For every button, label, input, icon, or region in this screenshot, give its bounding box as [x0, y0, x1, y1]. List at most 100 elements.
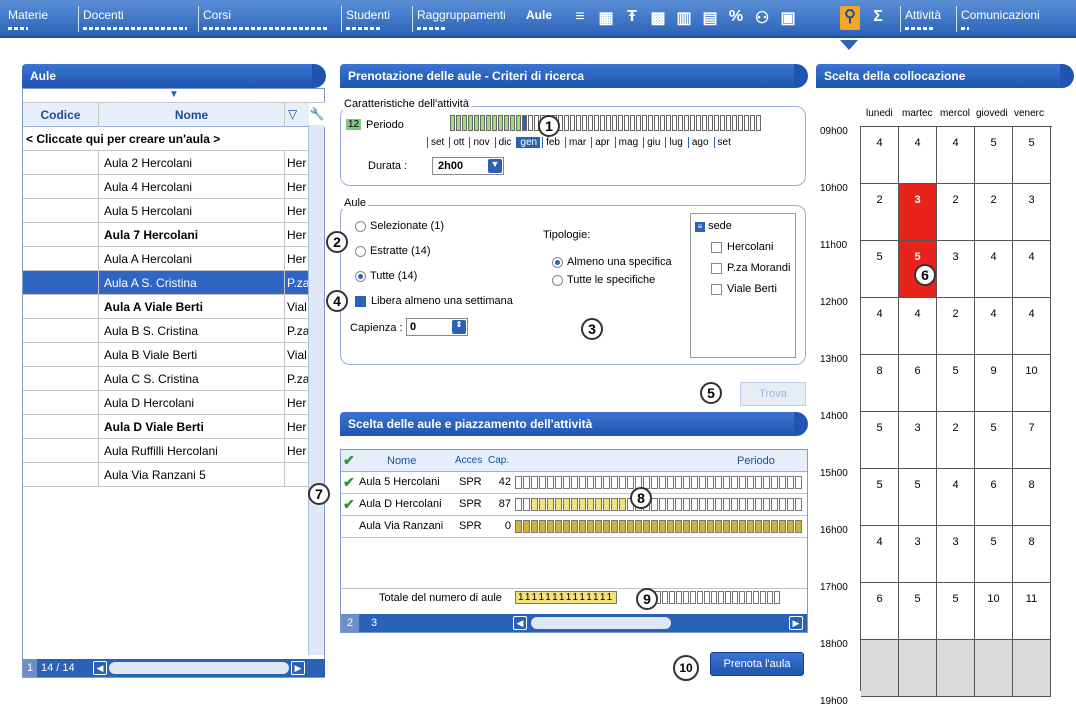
week-cell[interactable] — [563, 520, 570, 533]
week-cell[interactable] — [699, 498, 706, 511]
calendar-slot[interactable]: 8 — [1013, 526, 1051, 583]
calendar-slot[interactable]: 10 — [1013, 355, 1051, 412]
week-cell[interactable] — [755, 476, 762, 489]
col-codice[interactable]: Codice — [23, 103, 99, 127]
week-cell[interactable] — [731, 520, 738, 533]
calendar-slot[interactable]: 3 — [1013, 184, 1051, 241]
week-cell[interactable] — [720, 115, 725, 131]
col-periodo[interactable]: Periodo — [737, 455, 775, 467]
week-cell[interactable] — [691, 498, 698, 511]
week-cell[interactable] — [651, 498, 658, 511]
table-row[interactable]: Aula Via Ranzani 5 — [23, 463, 309, 487]
table-icon[interactable]: ▥ — [674, 8, 694, 28]
week-cell[interactable] — [723, 498, 730, 511]
calendar-slot[interactable]: 5 — [975, 412, 1013, 469]
week-cell[interactable] — [547, 476, 554, 489]
week-cell[interactable] — [739, 476, 746, 489]
calendar-slot[interactable]: 11 — [1013, 583, 1051, 640]
week-cell[interactable] — [708, 115, 713, 131]
week-cell[interactable] — [699, 476, 706, 489]
matrix-icon[interactable]: ▤ — [700, 8, 720, 28]
week-cell[interactable] — [667, 498, 674, 511]
week-cell[interactable] — [571, 476, 578, 489]
vertical-scrollbar[interactable] — [308, 125, 324, 655]
week-cell[interactable] — [755, 520, 762, 533]
prenota-button[interactable]: Prenota l'aula — [710, 652, 804, 676]
week-cell[interactable] — [579, 498, 586, 511]
week-cell[interactable] — [555, 520, 562, 533]
week-cell[interactable] — [755, 498, 762, 511]
tab-raggruppamenti[interactable]: Raggruppamenti — [412, 6, 516, 32]
week-cell[interactable] — [675, 520, 682, 533]
table-row[interactable]: Aula Ruffilli Hercolani Her — [23, 439, 309, 463]
calendar-slot[interactable]: 3 — [899, 412, 937, 469]
week-cell[interactable] — [750, 115, 755, 131]
calendar-slot[interactable]: 9 — [975, 355, 1013, 412]
tab-attivita[interactable]: Attività — [900, 6, 952, 32]
calendar-slot[interactable]: 5 — [937, 355, 975, 412]
calendar-slot[interactable]: 7 — [1013, 412, 1051, 469]
week-cell[interactable] — [723, 520, 730, 533]
calendar-slot[interactable]: 4 — [937, 469, 975, 526]
week-cell[interactable] — [587, 520, 594, 533]
week-cell[interactable] — [771, 520, 778, 533]
radio-tutte[interactable]: Tutte (14) — [355, 270, 417, 282]
week-cell[interactable] — [611, 476, 618, 489]
week-cell[interactable] — [747, 476, 754, 489]
table-row[interactable]: Aula A Hercolani Her — [23, 247, 309, 271]
week-cell[interactable] — [539, 498, 546, 511]
week-cell[interactable] — [659, 498, 666, 511]
week-cell[interactable] — [715, 476, 722, 489]
sede-hercolani[interactable]: Hercolani — [711, 241, 773, 253]
week-cell[interactable] — [563, 476, 570, 489]
week-cell[interactable] — [595, 520, 602, 533]
calendar-slot[interactable]: 8 — [1013, 469, 1051, 526]
sort-indicator[interactable]: ▼ — [23, 89, 325, 103]
week-cell[interactable] — [492, 115, 497, 131]
list-icon[interactable]: ≡ — [570, 8, 590, 26]
calendar-slot[interactable]: 2 — [937, 298, 975, 355]
week-cell[interactable] — [731, 498, 738, 511]
tab-studenti[interactable]: Studenti — [341, 6, 411, 32]
calendar-slot[interactable]: 4 — [861, 298, 899, 355]
week-cell[interactable] — [523, 520, 530, 533]
calendar-slot[interactable]: 3 — [937, 241, 975, 298]
tab-aule[interactable]: Aule — [522, 6, 562, 32]
week-cell[interactable] — [707, 476, 714, 489]
week-cell[interactable] — [462, 115, 467, 131]
calendar-slot[interactable]: 5 — [937, 583, 975, 640]
week-cell[interactable] — [606, 115, 611, 131]
week-cell[interactable] — [539, 476, 546, 489]
week-cell[interactable] — [707, 520, 714, 533]
week-cell[interactable] — [771, 498, 778, 511]
week-cell[interactable] — [642, 115, 647, 131]
week-cell[interactable] — [515, 520, 522, 533]
week-cell[interactable] — [547, 498, 554, 511]
radio-selezionate[interactable]: Selezionate (1) — [355, 220, 444, 232]
week-cell[interactable] — [732, 115, 737, 131]
calendar-slot[interactable]: 5 — [861, 412, 899, 469]
week-cell[interactable] — [531, 520, 538, 533]
period-weeks[interactable] — [515, 520, 803, 533]
tab-corsi[interactable]: Corsi — [198, 6, 334, 32]
table-row[interactable]: Aula 7 Hercolani Her — [23, 223, 309, 247]
durata-select[interactable]: 2h00 ▼ — [432, 157, 504, 175]
week-cell[interactable] — [611, 520, 618, 533]
week-cell[interactable] — [726, 115, 731, 131]
week-cell[interactable] — [516, 115, 521, 131]
week-cell[interactable] — [714, 115, 719, 131]
table-row[interactable]: Aula Via Ranzani SPR 0 — [341, 516, 807, 538]
sede-header[interactable]: ≡ sede — [695, 220, 732, 232]
week-cell[interactable] — [595, 476, 602, 489]
week-cell[interactable] — [571, 498, 578, 511]
week-cell[interactable] — [635, 520, 642, 533]
tab-docenti[interactable]: Docenti — [78, 6, 196, 32]
week-cell[interactable] — [515, 498, 522, 511]
tab-comunicazioni[interactable]: Comunicazioni — [956, 6, 1066, 32]
calendar-slot[interactable]: 5 — [975, 127, 1013, 184]
week-cell[interactable] — [523, 476, 530, 489]
week-cell[interactable] — [739, 498, 746, 511]
radio-estratte[interactable]: Estratte (14) — [355, 245, 431, 257]
week-cell[interactable] — [539, 520, 546, 533]
search-icon[interactable]: ⚲ — [840, 6, 860, 30]
